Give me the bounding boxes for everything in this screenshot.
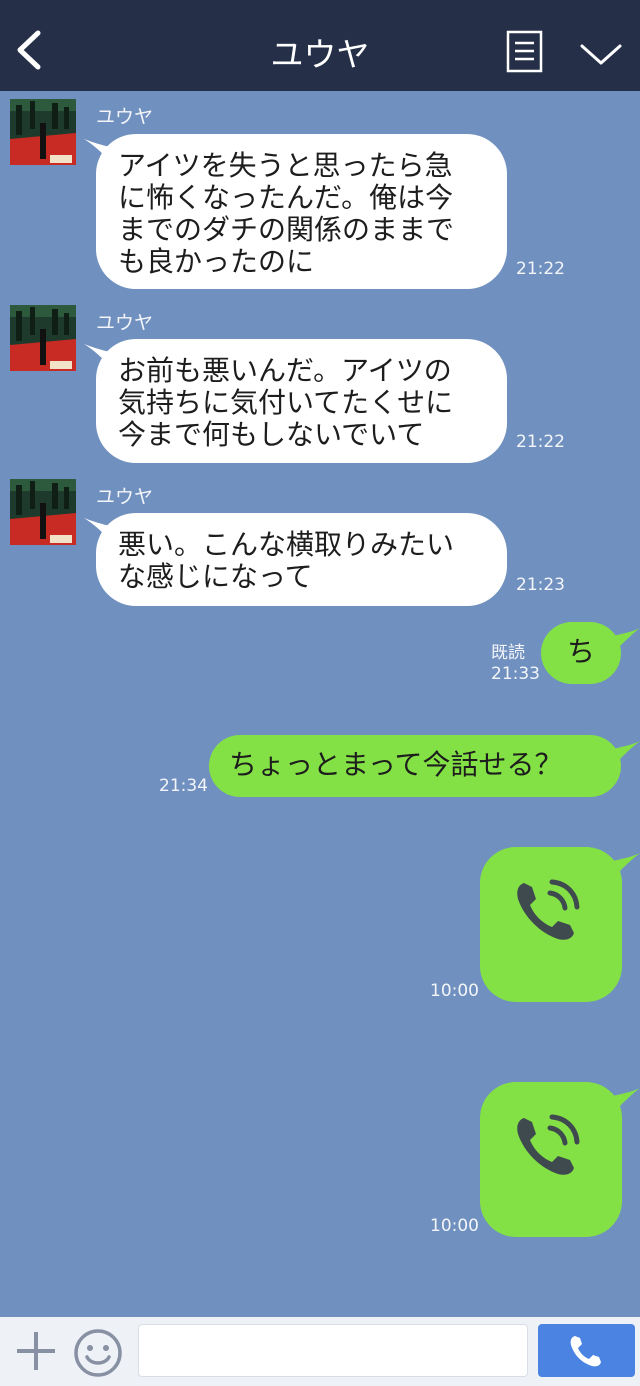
call-message-bubble[interactable] [480, 847, 622, 1002]
message-line: な感じになって [118, 560, 313, 593]
input-bar [0, 1317, 640, 1386]
message-line: 悪い。こんな横取りみたい [118, 528, 455, 561]
message-line: に怖くなったんだ。俺は今 [118, 181, 454, 214]
incoming-message-bubble[interactable]: 悪い。こんな横取りみたい な感じになって [96, 513, 507, 606]
message-line: 今まで何もしないでいて [118, 418, 425, 451]
avatar-image [10, 479, 76, 545]
message-time: 21:34 [159, 776, 208, 796]
avatar-image [10, 99, 76, 165]
avatar[interactable] [10, 99, 76, 165]
phone-icon [570, 1336, 601, 1367]
message-time: 21:33 [491, 664, 540, 684]
chat-area[interactable]: ユウヤ アイツを失うと思ったら急 に怖くなったんだ。俺は今 までのダチの関係のま… [0, 91, 640, 1317]
bubble-tail [612, 1088, 640, 1112]
collapse-button[interactable] [578, 36, 624, 72]
avatar-image [10, 305, 76, 371]
smiley-icon [74, 1329, 122, 1377]
avatar[interactable] [10, 479, 76, 545]
outgoing-message-bubble[interactable]: ち [541, 622, 621, 684]
emoji-button[interactable] [72, 1327, 124, 1379]
sender-name: ユウヤ [96, 106, 154, 128]
plus-icon [17, 1332, 55, 1370]
list-icon [506, 30, 543, 73]
message-time: 10:00 [430, 981, 479, 1001]
menu-button[interactable] [506, 30, 544, 74]
add-button[interactable] [14, 1329, 58, 1373]
outgoing-message-bubble[interactable]: ちょっとまって今話せる？ [209, 735, 621, 797]
incoming-message-bubble[interactable]: お前も悪いんだ。アイツの 気持ちに気付いてたくせに 今まで何もしないでいて [96, 339, 507, 463]
message-time: 21:22 [516, 259, 565, 279]
sender-name: ユウヤ [96, 312, 154, 334]
message-input[interactable] [138, 1324, 528, 1377]
bubble-tail [612, 741, 640, 765]
message-time: 21:22 [516, 432, 565, 452]
message-line: も良かったのに [118, 245, 315, 278]
call-message-bubble[interactable] [480, 1082, 622, 1237]
incoming-message-bubble[interactable]: アイツを失うと思ったら急 に怖くなったんだ。俺は今 までのダチの関係のままで も… [96, 134, 507, 289]
sender-name: ユウヤ [96, 486, 154, 508]
phone-call-icon [517, 879, 580, 940]
message-time: 21:23 [516, 575, 565, 595]
message-time: 10:00 [430, 1216, 479, 1236]
chat-title: ユウヤ [270, 35, 370, 74]
avatar[interactable] [10, 305, 76, 371]
bubble-tail [612, 853, 640, 877]
read-receipt: 既読 [491, 643, 525, 663]
message-line: お前も悪いんだ。アイツの [118, 354, 452, 387]
bubble-tail [612, 628, 640, 652]
call-send-button[interactable] [538, 1324, 635, 1377]
message-line: 気持ちに気付いてたくせに [118, 386, 454, 419]
message-line: アイツを失うと思ったら急 [118, 149, 453, 182]
chat-header: ユウヤ [0, 0, 640, 91]
phone-call-icon [517, 1114, 580, 1175]
message-line: までのダチの関係のままで [118, 213, 455, 246]
chevron-down-icon [580, 44, 622, 65]
